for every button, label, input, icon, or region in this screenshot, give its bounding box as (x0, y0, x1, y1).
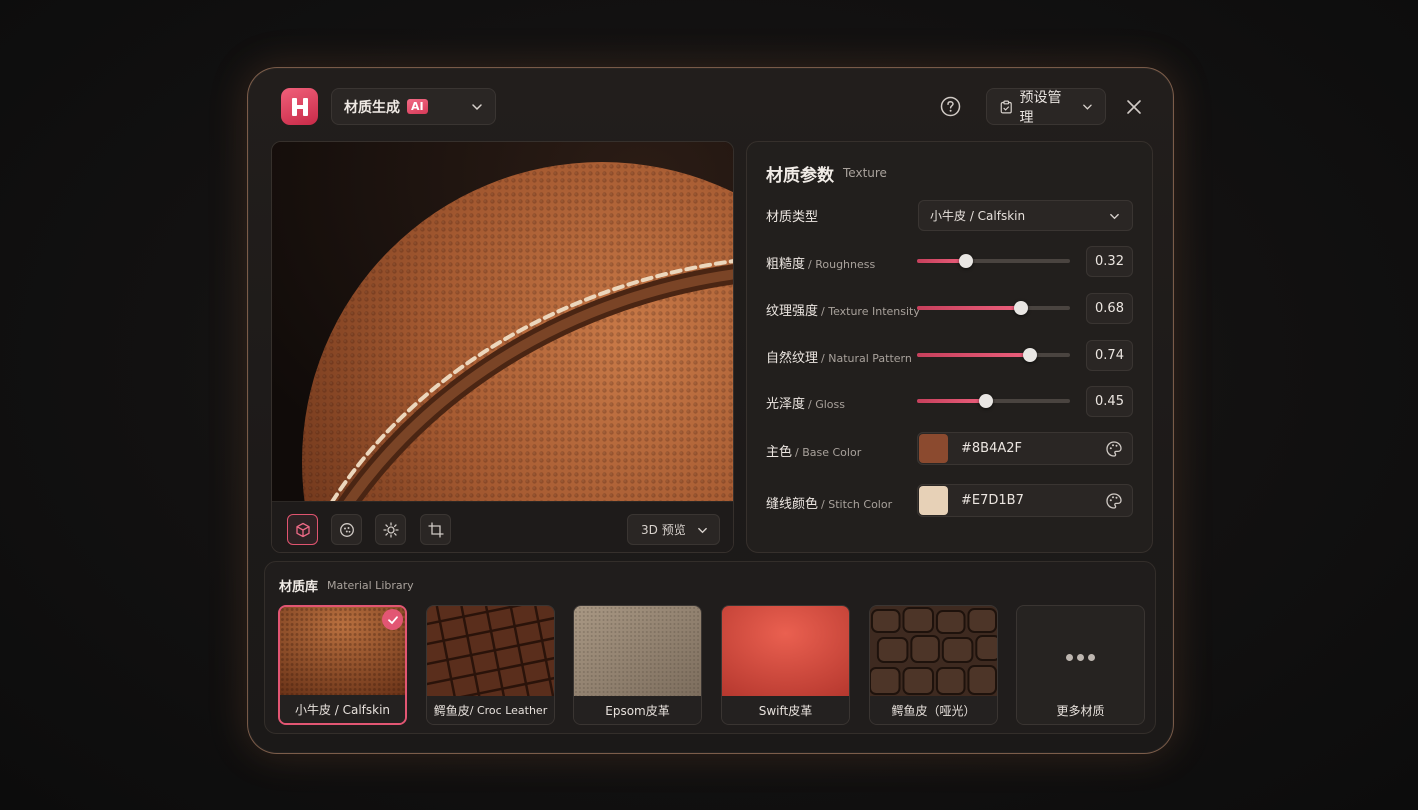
library-item-label: 鳄鱼皮（哑光） (870, 696, 997, 724)
preset-label: 预设管理 (1019, 89, 1062, 126)
chevron-down-icon (698, 527, 707, 534)
chevron-down-icon (1110, 213, 1119, 220)
sun-icon (382, 521, 399, 538)
base-color-label-en: / Base Color (795, 446, 862, 459)
slider-thumb[interactable] (958, 254, 973, 268)
help-icon[interactable] (940, 96, 961, 117)
stitch-color-label-zh: 缝线颜色 (766, 497, 819, 512)
material-params-panel: 材质参数 Texture 材质类型 小牛皮 / Calfskin 粗糙度 / Ro… (746, 141, 1153, 553)
croc-thumbnail (427, 606, 554, 698)
palette-icon[interactable] (1105, 492, 1123, 510)
texture-intensity-label-en: / Texture Intensity (821, 305, 920, 318)
gloss-label: 光泽度 / Gloss (766, 393, 845, 412)
texture-icon (339, 522, 354, 537)
tool-lighting[interactable] (375, 514, 406, 545)
library-item-label: 小牛皮 / Calfskin (280, 695, 405, 723)
chevron-down-icon (1083, 104, 1092, 110)
slider-thumb[interactable] (978, 394, 993, 408)
library-subtitle: Material Library (327, 579, 414, 592)
library-item-epsom[interactable]: Epsom皮革 (573, 605, 702, 725)
clipboard-icon (1000, 100, 1012, 113)
natural-pattern-value[interactable]: 0.74 (1086, 340, 1133, 371)
palette-icon[interactable] (1105, 440, 1123, 458)
tool-crop[interactable] (420, 514, 451, 545)
library-item-croc-matte[interactable]: 鳄鱼皮（哑光） (869, 605, 998, 725)
slider-fill (917, 399, 986, 403)
gloss-label-en: / Gloss (808, 398, 845, 411)
preview-toolbar: 3D 预览 (272, 501, 733, 552)
gloss-label-zh: 光泽度 (766, 397, 806, 412)
library-item-label-zh: 鳄鱼皮 (433, 703, 470, 718)
material-library: 材质库 Material Library 小牛皮 / Calfskin 鳄鱼皮 … (264, 561, 1156, 734)
roughness-label: 粗糙度 / Roughness (766, 253, 875, 272)
library-title: 材质库 (279, 580, 319, 595)
base-color-swatch[interactable] (919, 434, 948, 463)
texture-intensity-value[interactable]: 0.68 (1086, 293, 1133, 324)
texture-intensity-label: 纹理强度 / Texture Intensity (766, 300, 920, 319)
library-item-swift[interactable]: Swift皮革 (721, 605, 850, 725)
mode-select[interactable]: 材质生成 AI (331, 88, 496, 125)
h-logo-icon (291, 97, 308, 116)
stitch-color-label-en: / Stitch Color (821, 498, 893, 511)
library-item-label: 鳄鱼皮 / Croc Leather (427, 696, 554, 724)
tool-texture[interactable] (331, 514, 362, 545)
params-title: 材质参数 (766, 166, 834, 186)
stitch-color-swatch[interactable] (919, 486, 948, 515)
library-item-label: Epsom皮革 (574, 696, 701, 724)
gloss-value[interactable]: 0.45 (1086, 386, 1133, 417)
base-color-label-zh: 主色 (766, 445, 793, 460)
natural-pattern-label-zh: 自然纹理 (766, 351, 819, 366)
preset-manage-button[interactable]: 预设管理 (986, 88, 1106, 126)
roughness-slider[interactable] (917, 254, 1070, 268)
cube-icon (295, 522, 310, 537)
slider-thumb[interactable] (1014, 301, 1029, 315)
stitch-color-hex[interactable]: #E7D1B7 (961, 493, 1024, 508)
app-logo (281, 88, 318, 125)
ai-badge: AI (407, 99, 428, 114)
params-subtitle: Texture (843, 166, 887, 180)
selected-check-icon (382, 609, 403, 630)
material-type-label: 材质类型 (766, 210, 819, 225)
gloss-slider[interactable] (917, 394, 1070, 408)
library-item-label: Swift皮革 (722, 696, 849, 724)
library-item-calfskin[interactable]: 小牛皮 / Calfskin (278, 605, 407, 725)
view-mode-select[interactable]: 3D 预览 (627, 514, 720, 545)
base-color-hex[interactable]: #8B4A2F (961, 441, 1022, 456)
stitch-color-label: 缝线颜色 / Stitch Color (766, 493, 892, 512)
material-type-value: 小牛皮 / Calfskin (930, 209, 1026, 223)
roughness-label-zh: 粗糙度 (766, 257, 806, 272)
natural-pattern-slider[interactable] (917, 348, 1070, 362)
preview-panel: 3D 预览 (271, 141, 734, 553)
library-item-label-en: / Croc Leather (469, 703, 548, 717)
more-icon (1017, 646, 1144, 665)
natural-pattern-label-en: / Natural Pattern (821, 352, 912, 365)
chevron-down-icon (472, 104, 482, 111)
slider-fill (917, 306, 1022, 310)
stitch-color-field[interactable]: #E7D1B7 (917, 484, 1133, 517)
tool-3d-view[interactable] (287, 514, 318, 545)
roughness-value[interactable]: 0.32 (1086, 246, 1133, 277)
slider-fill (917, 353, 1031, 357)
material-type-select[interactable]: 小牛皮 / Calfskin (918, 200, 1133, 231)
close-icon[interactable] (1126, 99, 1142, 115)
library-item-croc[interactable]: 鳄鱼皮 / Croc Leather (426, 605, 555, 725)
epsom-thumbnail (574, 606, 701, 698)
base-color-field[interactable]: #8B4A2F (917, 432, 1133, 465)
view-mode-label: 3D 预览 (641, 523, 686, 537)
leather-ball-preview[interactable] (272, 142, 734, 501)
natural-pattern-label: 自然纹理 / Natural Pattern (766, 347, 912, 366)
texture-intensity-slider[interactable] (917, 301, 1070, 315)
crop-icon (427, 521, 444, 538)
roughness-label-en: / Roughness (808, 258, 876, 271)
mode-label: 材质生成 (344, 99, 400, 116)
library-item-label: 更多材质 (1017, 696, 1144, 724)
slider-thumb[interactable] (1023, 348, 1038, 362)
library-item-more[interactable]: 更多材质 (1016, 605, 1145, 725)
croc-matte-thumbnail (870, 606, 997, 698)
texture-intensity-label-zh: 纹理强度 (766, 304, 819, 319)
swift-thumbnail (722, 606, 849, 698)
base-color-label: 主色 / Base Color (766, 441, 861, 460)
